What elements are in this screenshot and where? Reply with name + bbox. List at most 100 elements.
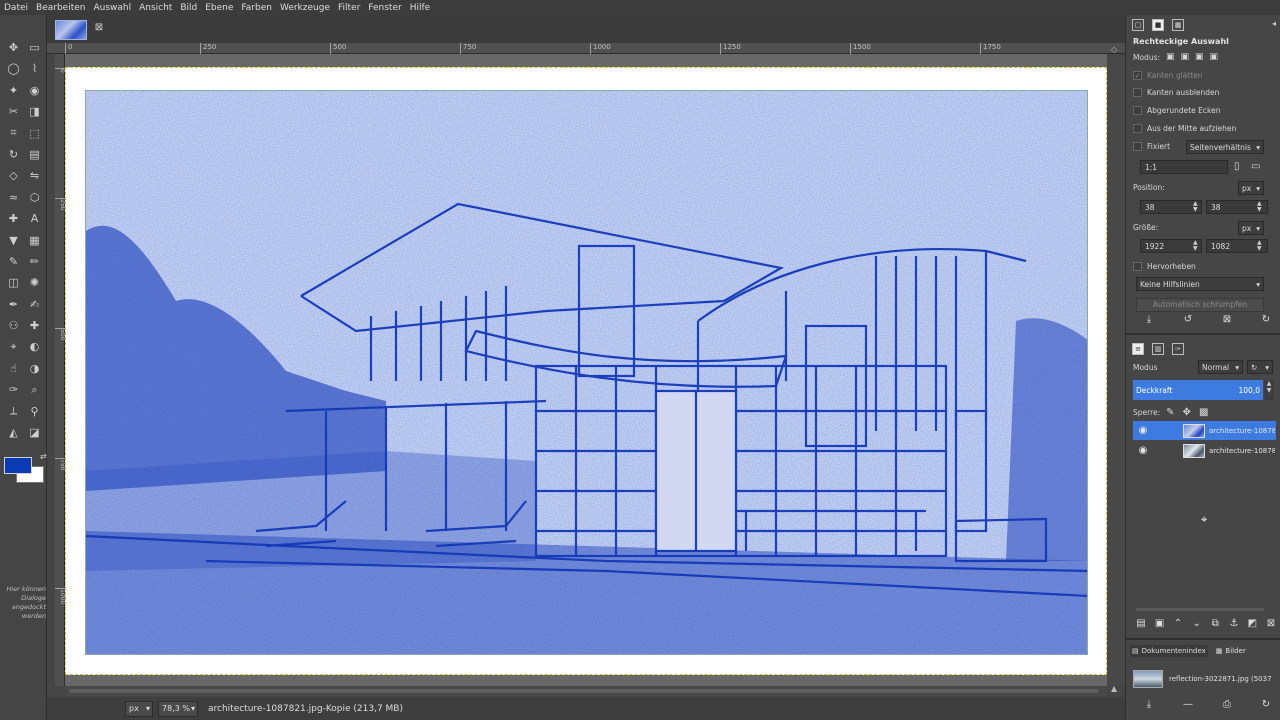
scissors-icon[interactable]: ✂	[3, 101, 24, 122]
from-center-checkbox[interactable]	[1133, 124, 1142, 133]
document-index-tab[interactable]: ▤ Dokumentenindex	[1130, 645, 1208, 657]
highlight-row[interactable]: Hervorheben	[1133, 262, 1196, 271]
mask-layer-icon[interactable]: ◩	[1243, 618, 1261, 629]
antialias-row[interactable]: ✓ Kanten glätten	[1133, 71, 1203, 80]
from-center-row[interactable]: Aus der Mitte aufziehen	[1133, 124, 1236, 133]
layer-mode-select[interactable]: Normal ▾	[1198, 360, 1243, 374]
blend-icon[interactable]: ▦	[24, 230, 45, 251]
color-picker-icon[interactable]: ⌕	[24, 379, 45, 400]
menu-bearbeiten[interactable]: Bearbeiten	[32, 3, 89, 13]
feather-checkbox[interactable]	[1133, 88, 1142, 97]
position-x-spinner-icon[interactable]: ▲ ▼	[1193, 201, 1198, 213]
menu-ansicht[interactable]: Ansicht	[135, 3, 176, 13]
zoom-select[interactable]: 78,3 % ▾	[158, 700, 198, 717]
device-status-tab-icon[interactable]: ■	[1152, 19, 1164, 31]
foreground-color-swatch[interactable]	[4, 457, 32, 474]
menu-bild[interactable]: Bild	[176, 3, 201, 13]
position-unit-select[interactable]: px ▾	[1238, 181, 1264, 195]
reset-options-icon[interactable]: ↻	[1257, 314, 1275, 325]
rect-select-icon[interactable]: ▭	[24, 37, 45, 58]
text-icon[interactable]: A	[24, 208, 45, 229]
lock-alpha-icon[interactable]: ▩	[1199, 407, 1208, 418]
opacity-spinner-icon[interactable]: ▲ ▼	[1264, 380, 1274, 400]
cage-icon[interactable]: ⬡	[24, 187, 45, 208]
ratio-field[interactable]: 1:1	[1140, 160, 1228, 174]
highlight-checkbox[interactable]	[1133, 262, 1142, 271]
menu-werkzeuge[interactable]: Werkzeuge	[276, 3, 334, 13]
opacity-slider[interactable]: Deckkraft 100,0	[1133, 380, 1263, 400]
foreground-select-icon[interactable]: ◨	[24, 101, 45, 122]
fixed-mode-select[interactable]: Seitenverhältnis ▾	[1186, 140, 1264, 154]
lasso-icon[interactable]: ⌇	[24, 58, 45, 79]
layer-row[interactable]: ◉ architecture-1087821	[1133, 441, 1276, 460]
fixed-checkbox[interactable]	[1133, 142, 1142, 151]
tool-options-tab-icon[interactable]: ▢	[1132, 19, 1144, 31]
images-tab[interactable]: ▦ Bilder	[1214, 645, 1248, 657]
pencil-icon[interactable]: ✎	[3, 251, 24, 272]
print-document-icon[interactable]: ⎙	[1218, 699, 1236, 710]
crop-icon[interactable]: ⌗	[3, 123, 24, 144]
raise-layer-icon[interactable]: ⌃	[1169, 618, 1187, 629]
document-item[interactable]: reflection-3022871.jpg (5037	[1133, 670, 1272, 688]
blur-icon[interactable]: ◐	[24, 336, 45, 357]
selection-mode-icons[interactable]: ▣▣▣▣	[1166, 52, 1224, 62]
horizontal-scroll-thumb[interactable]	[69, 689, 1099, 693]
lock-pixels-icon[interactable]: ✎	[1166, 407, 1174, 418]
ellipse-select-icon[interactable]: ◯	[3, 58, 24, 79]
scroll-up-icon[interactable]: ◇	[1111, 45, 1117, 54]
new-layer-icon[interactable]: ▤	[1132, 618, 1150, 629]
channels-tab-icon[interactable]: ▥	[1152, 343, 1164, 355]
airbrush-icon[interactable]: ✺	[24, 272, 45, 293]
unit-select[interactable]: px ▾	[125, 700, 153, 717]
mypaint-icon[interactable]: ✍	[24, 294, 45, 315]
size-width-spinner-icon[interactable]: ▲ ▼	[1193, 240, 1198, 252]
move-icon[interactable]: ✥	[3, 37, 24, 58]
rounded-row[interactable]: Abgerundete Ecken	[1133, 106, 1220, 115]
lock-position-icon[interactable]: ✥	[1183, 407, 1191, 418]
lower-layer-icon[interactable]: ⌄	[1188, 618, 1206, 629]
paths-tab-icon[interactable]: ✑	[1172, 343, 1184, 355]
guides-select[interactable]: Keine Hilfslinien ▾	[1136, 277, 1264, 291]
measure-icon[interactable]: ⟂	[3, 401, 24, 422]
flip-icon[interactable]: ⇋	[24, 165, 45, 186]
feather-row[interactable]: Kanten ausblenden	[1133, 88, 1219, 97]
delete-options-icon[interactable]: ⊠	[1218, 314, 1236, 325]
canvas-area[interactable]	[65, 54, 1107, 686]
composite-mode-select[interactable]: ↻ ▾	[1247, 360, 1273, 374]
fuzzy-select-icon[interactable]: ✦	[3, 80, 24, 101]
menu-datei[interactable]: Datei	[0, 3, 32, 13]
new-group-icon[interactable]: ▣	[1151, 618, 1169, 629]
brush-icon[interactable]: ✏	[24, 251, 45, 272]
size-unit-select[interactable]: px ▾	[1238, 221, 1264, 235]
paint-icon[interactable]: ◭	[3, 422, 24, 443]
menu-hilfe[interactable]: Hilfe	[406, 3, 434, 13]
layers-tab-icon[interactable]: ≡	[1132, 343, 1144, 355]
perspective-clone-icon[interactable]: ⌖	[3, 336, 24, 357]
zoom-icon[interactable]: ⚲	[24, 401, 45, 422]
anchor-layer-icon[interactable]: ⚓	[1225, 618, 1243, 629]
position-y-spinner-icon[interactable]: ▲ ▼	[1257, 201, 1262, 213]
paths-icon[interactable]: ✑	[3, 379, 24, 400]
align-icon[interactable]: ▤	[24, 144, 45, 165]
remove-document-icon[interactable]: —	[1179, 699, 1197, 710]
vertical-ruler[interactable]: 0 250 500 750 1000	[55, 54, 66, 686]
fixed-row[interactable]: Fixiert	[1133, 142, 1170, 151]
dock-menu-icon[interactable]: ◂	[1272, 19, 1276, 28]
portrait-icon[interactable]: ▯	[1234, 161, 1240, 172]
menu-fenster[interactable]: Fenster	[364, 3, 405, 13]
blueprint-image[interactable]	[85, 90, 1088, 655]
dodge-icon[interactable]: ◑	[24, 358, 45, 379]
menu-ebene[interactable]: Ebene	[201, 3, 237, 13]
vertical-scrollbar[interactable]: ◇ ▲	[1107, 45, 1125, 693]
unified-transform-icon[interactable]: ⬚	[24, 123, 45, 144]
refresh-documents-icon[interactable]: ↻	[1257, 699, 1275, 710]
handle-transform-icon[interactable]: ✚	[3, 208, 24, 229]
horizontal-scrollbar[interactable]	[65, 686, 1107, 696]
eraser-icon[interactable]: ◫	[3, 272, 24, 293]
visibility-eye-icon[interactable]: ◉	[1133, 445, 1153, 456]
menu-farben[interactable]: Farben	[237, 3, 276, 13]
image-tab-thumbnail[interactable]	[55, 20, 87, 40]
layer-row[interactable]: ◉ architecture-1087821	[1133, 421, 1276, 440]
color-select-icon[interactable]: ◉	[24, 80, 45, 101]
menu-auswahl[interactable]: Auswahl	[89, 3, 135, 13]
